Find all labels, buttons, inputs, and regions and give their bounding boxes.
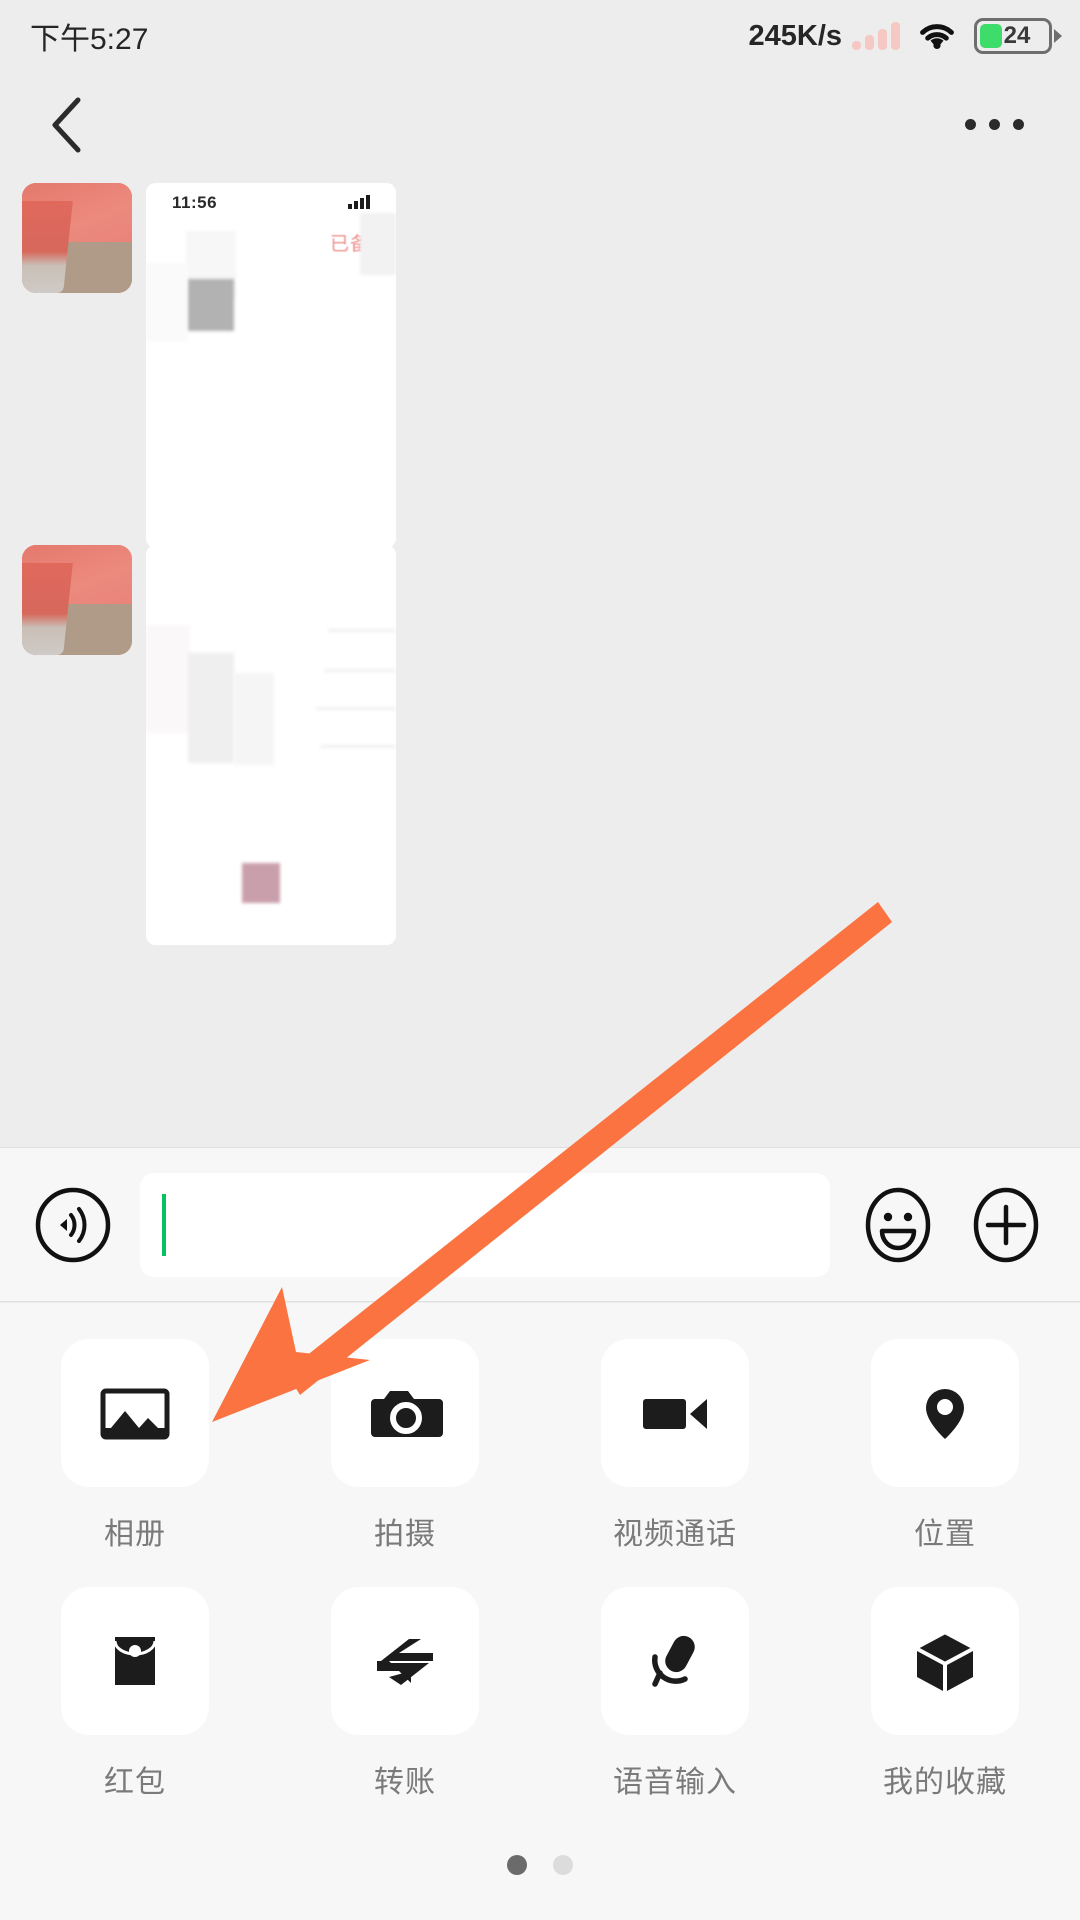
attachment-label: 红包	[104, 1766, 166, 1799]
attachment-label: 拍摄	[374, 1518, 436, 1551]
page-dot-2[interactable]	[553, 1855, 573, 1875]
chevron-left-icon	[52, 97, 81, 152]
battery-percent-label: 24	[1003, 22, 1031, 49]
image-message-bubble[interactable]: 11:56 已备	[146, 183, 396, 548]
back-button[interactable]	[30, 89, 102, 161]
panel-page-indicator	[0, 1855, 1080, 1875]
attachment-tile[interactable]	[601, 1339, 749, 1487]
attachment-grid: 相册 拍摄 视频通话 位置 红包 转账 语音输入 我的收藏	[0, 1339, 1080, 1801]
status-bar: 下午5:27 245K/s 24	[0, 0, 1080, 72]
more-options-button[interactable]	[954, 95, 1034, 155]
attachment-label: 我的收藏	[883, 1766, 1007, 1799]
avatar[interactable]	[22, 545, 132, 655]
attachment-label: 位置	[914, 1518, 976, 1551]
attachment-tile[interactable]	[61, 1587, 209, 1735]
attachment-tile[interactable]	[331, 1339, 479, 1487]
attachment-item-transfer[interactable]: 转账	[270, 1587, 540, 1801]
location-pin-icon	[926, 1389, 964, 1439]
video-call-icon	[643, 1399, 707, 1429]
emoji-button[interactable]	[858, 1185, 938, 1265]
chat-message-row	[22, 545, 396, 945]
attachment-tile[interactable]	[601, 1587, 749, 1735]
page-dot-1[interactable]	[507, 1855, 527, 1875]
attachment-label: 视频通话	[613, 1518, 737, 1551]
voice-input-icon	[35, 1187, 111, 1262]
screenshot-image	[146, 545, 396, 945]
attachment-item-red-packet[interactable]: 红包	[0, 1587, 270, 1801]
attachment-label: 相册	[104, 1518, 166, 1551]
screenshot-image: 11:56 已备	[146, 183, 396, 548]
favorites-cube-icon	[914, 1631, 976, 1691]
voice-input-button[interactable]	[34, 1186, 112, 1264]
wifi-icon	[918, 22, 956, 50]
emoji-icon	[865, 1187, 931, 1262]
attachment-label: 转账	[374, 1766, 436, 1799]
nav-bar	[0, 72, 1080, 177]
camera-icon	[371, 1391, 443, 1437]
attachment-item-favorites[interactable]: 我的收藏	[810, 1587, 1080, 1801]
attachment-tile[interactable]	[61, 1339, 209, 1487]
message-input-bar	[0, 1147, 1080, 1302]
message-text-input[interactable]	[140, 1172, 830, 1277]
attachment-item-video-call[interactable]: 视频通话	[540, 1339, 810, 1553]
attachment-item-camera[interactable]: 拍摄	[270, 1339, 540, 1553]
battery-icon: 24	[974, 18, 1052, 54]
attachment-tile[interactable]	[871, 1587, 1019, 1735]
signal-bars-icon	[852, 22, 900, 50]
attachment-item-location[interactable]: 位置	[810, 1339, 1080, 1553]
status-bar-time: 下午5:27	[30, 23, 149, 56]
avatar[interactable]	[22, 183, 132, 293]
transfer-icon	[377, 1639, 433, 1685]
red-packet-icon	[113, 1637, 157, 1685]
attachment-item-album[interactable]: 相册	[0, 1339, 270, 1553]
attachment-tile[interactable]	[331, 1587, 479, 1735]
photo-album-icon	[100, 1388, 170, 1440]
attachment-label: 语音输入	[613, 1766, 737, 1799]
chat-message-list[interactable]: 11:56 已备	[0, 177, 1080, 1147]
screenshot-time-label: 11:56	[172, 193, 218, 212]
microphone-icon	[652, 1635, 695, 1687]
chat-message-row: 11:56 已备	[22, 183, 396, 548]
attachment-panel: 相册 拍摄 视频通话 位置 红包 转账 语音输入 我的收藏	[0, 1303, 1080, 1920]
attachment-item-voice-input[interactable]: 语音输入	[540, 1587, 810, 1801]
text-cursor	[162, 1193, 166, 1256]
network-speed-label: 245K/s	[748, 19, 842, 52]
status-bar-indicators: 245K/s 24	[748, 18, 1052, 54]
more-options-icon	[964, 119, 976, 130]
phone-screen: 下午5:27 245K/s 24 11:56 已备 相册 拍摄 视频通话 位置 …	[0, 0, 1080, 1920]
attachment-toggle-button[interactable]	[966, 1185, 1046, 1265]
screenshot-signal-icon	[348, 195, 370, 209]
image-message-bubble[interactable]	[146, 545, 396, 945]
attachment-tile[interactable]	[871, 1339, 1019, 1487]
plus-icon	[973, 1187, 1039, 1262]
